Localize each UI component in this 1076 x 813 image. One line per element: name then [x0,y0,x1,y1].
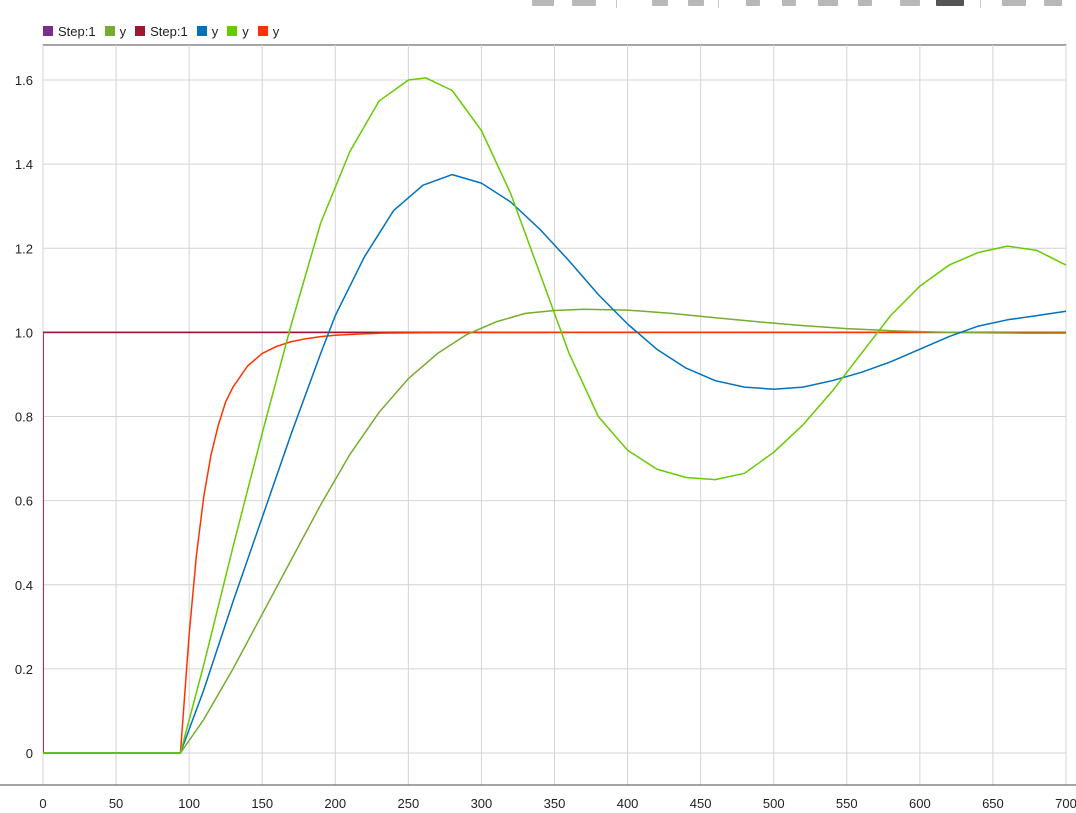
y-tick-label: 0 [26,746,33,761]
x-tick-label: 600 [909,796,931,811]
y-tick-label: 1.2 [15,241,33,256]
x-tick-label: 400 [617,796,639,811]
y-tick-label: 0.2 [15,662,33,677]
y-tick-label: 1.6 [15,73,33,88]
x-tick-label: 650 [982,796,1004,811]
y-tick-label: 0.6 [15,494,33,509]
x-tick-label: 300 [471,796,493,811]
x-tick-label: 200 [324,796,346,811]
y-tick-label: 0.8 [15,410,33,425]
y-tick-label: 1.4 [15,157,33,172]
y-tick-label: 0.4 [15,578,33,593]
x-tick-label: 500 [763,796,785,811]
x-tick-label: 450 [690,796,712,811]
x-tick-label: 100 [178,796,200,811]
x-tick-label: 350 [544,796,566,811]
scope-window: Step:1 y Step:1 y y y 0 50 100 150 200 250 300 350 40… [0,0,1076,813]
x-tick-label: 700 [1055,796,1076,811]
y-tick-label: 1.0 [15,325,33,340]
x-tick-label: 250 [398,796,420,811]
line-chart: 0 50 100 150 200 250 300 350 400 450 500 550 600 650 7… [0,44,1076,811]
x-tick-label: 550 [836,796,858,811]
x-tick-label: 150 [251,796,273,811]
x-tick-label: 0 [39,796,46,811]
x-tick-label: 50 [109,796,123,811]
